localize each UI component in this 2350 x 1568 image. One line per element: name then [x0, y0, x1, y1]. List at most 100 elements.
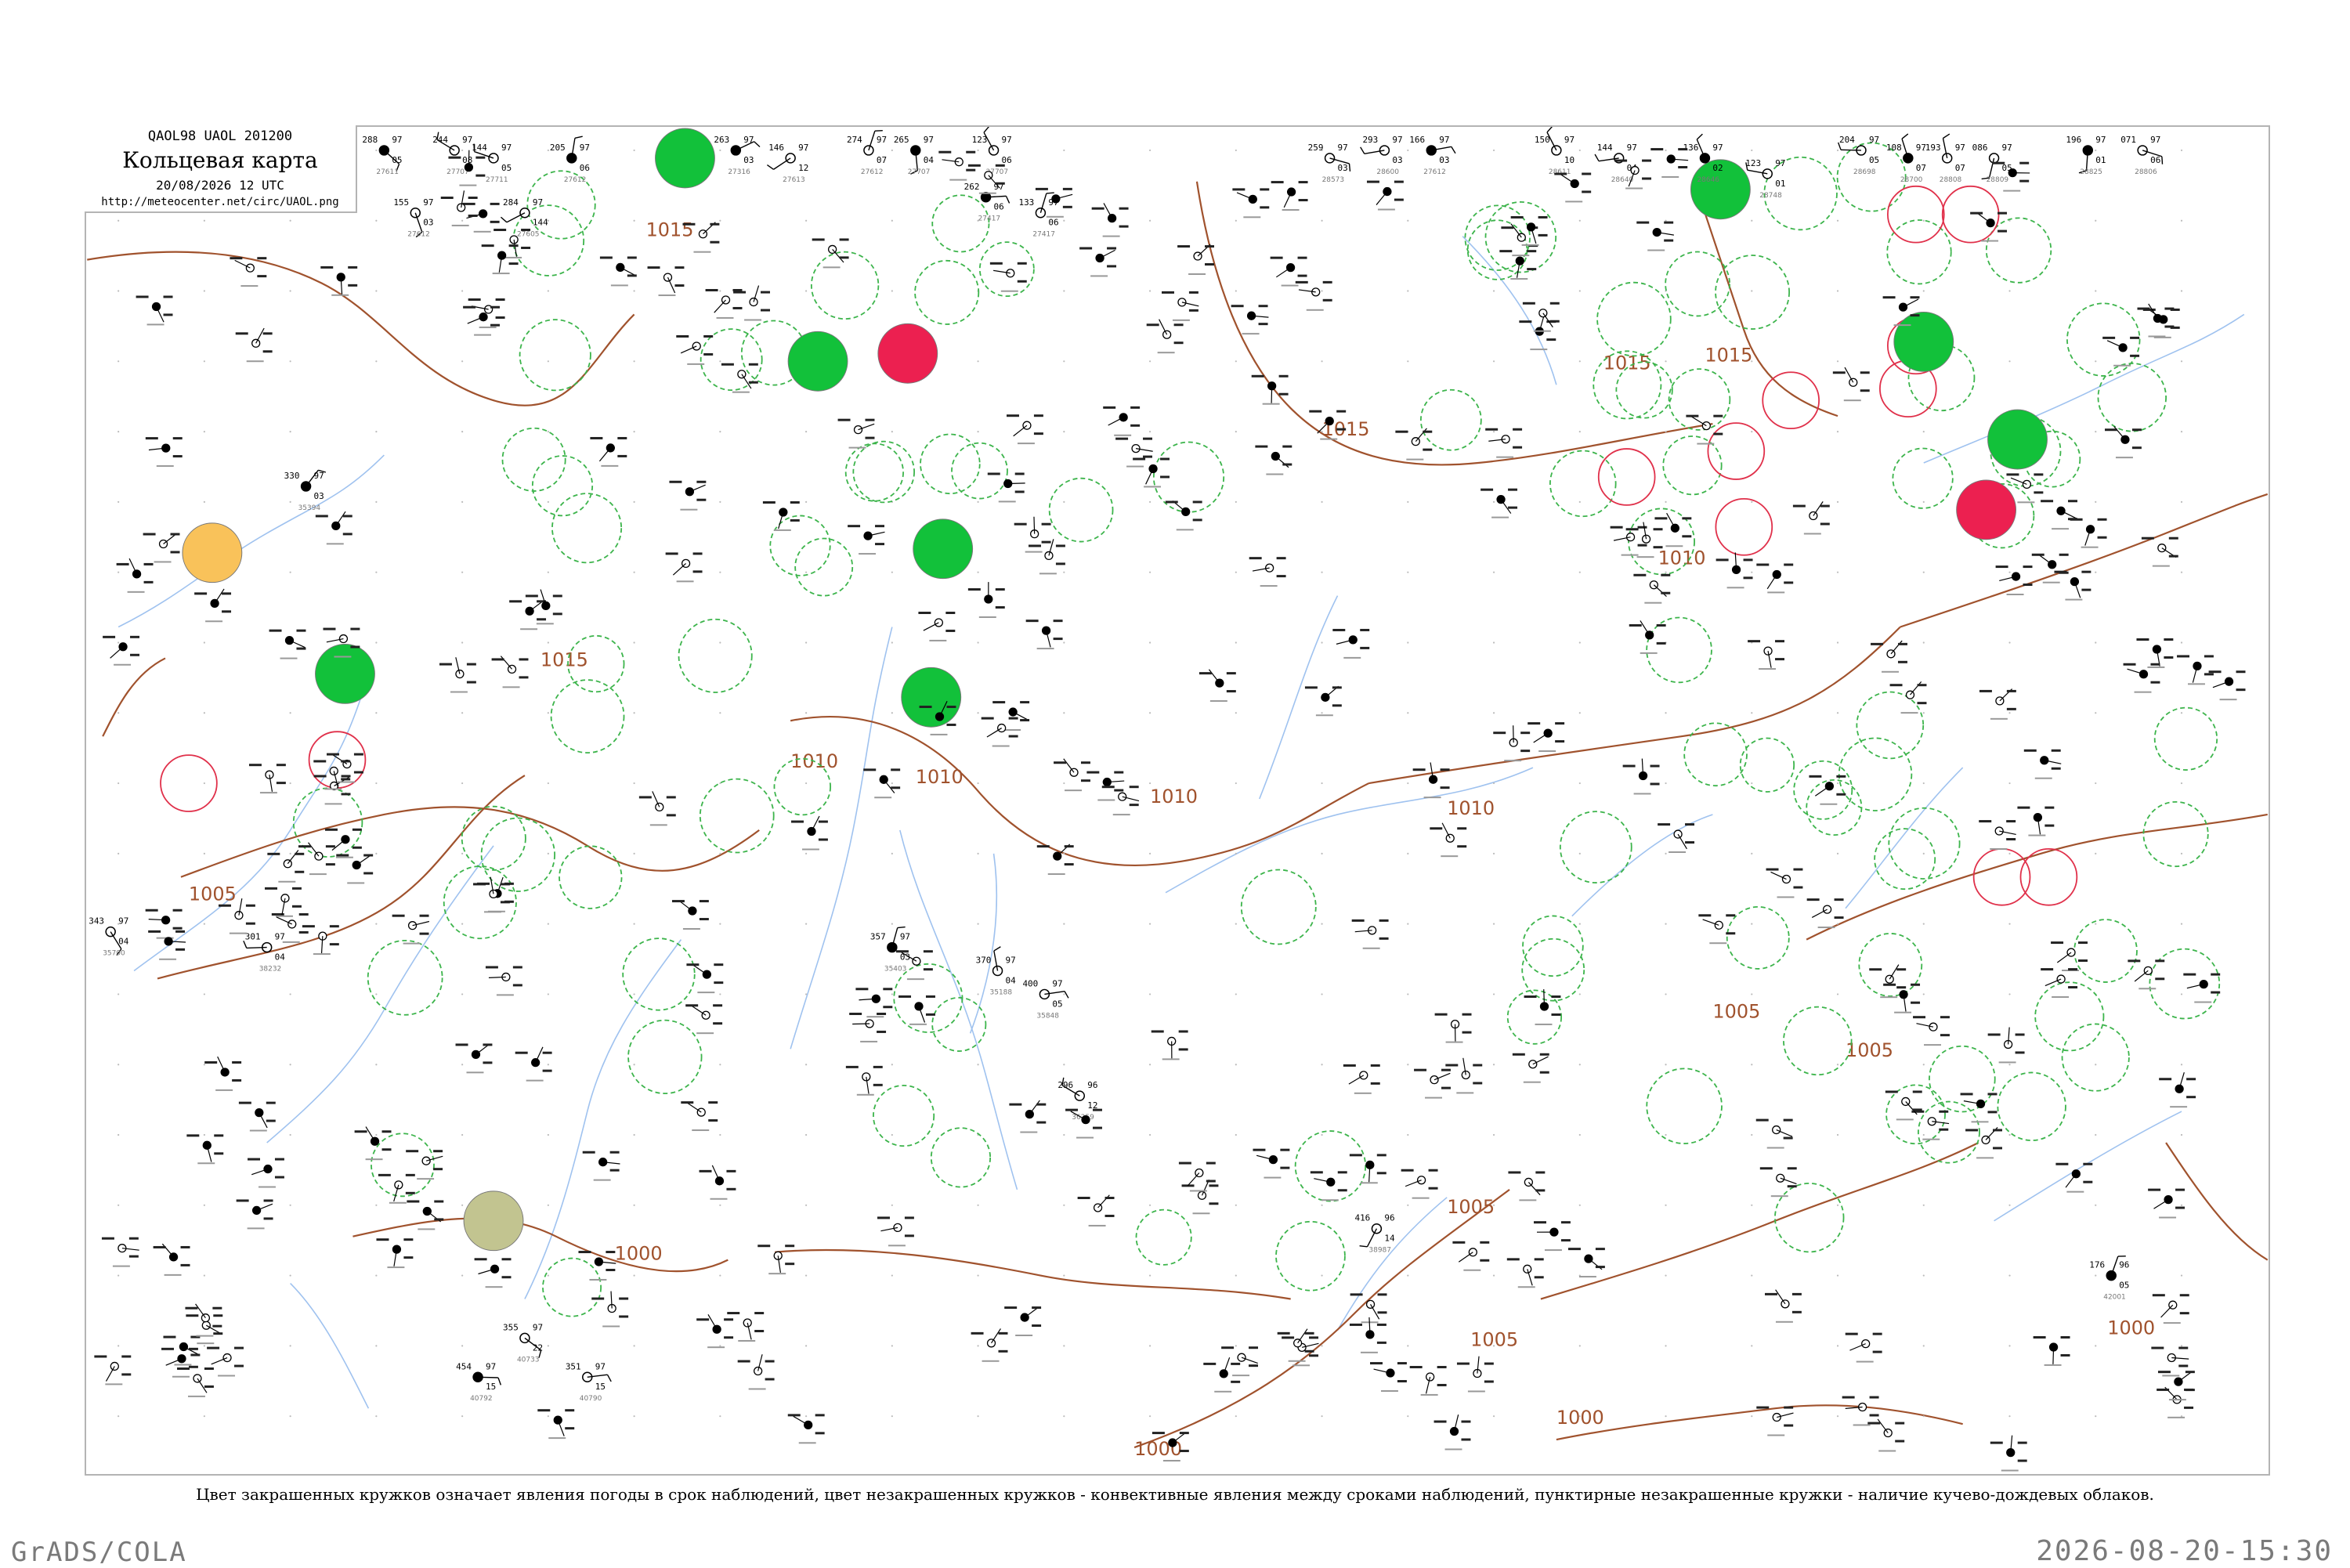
- cb-cloud-ring[interactable]: [1522, 939, 1584, 1001]
- present-weather-circle-red[interactable]: [878, 323, 938, 383]
- station-circle[interactable]: [1904, 154, 1913, 163]
- station-marker[interactable]: [1544, 729, 1552, 737]
- cb-cloud-ring[interactable]: [932, 195, 989, 251]
- cb-cloud-ring[interactable]: [1741, 739, 1794, 792]
- cb-cloud-ring[interactable]: [2143, 802, 2207, 866]
- cb-cloud-ring[interactable]: [1784, 1007, 1852, 1075]
- cb-cloud-ring[interactable]: [2063, 1024, 2129, 1090]
- cb-cloud-ring[interactable]: [932, 998, 985, 1051]
- cb-cloud-ring[interactable]: [2098, 363, 2166, 432]
- cb-cloud-ring[interactable]: [1508, 990, 1561, 1043]
- cb-cloud-ring[interactable]: [1875, 829, 1935, 889]
- convective-ring[interactable]: [1708, 423, 1764, 479]
- station-marker[interactable]: [479, 210, 487, 218]
- convective-ring[interactable]: [1599, 449, 1655, 505]
- cb-cloud-ring[interactable]: [1727, 907, 1789, 969]
- cb-cloud-ring[interactable]: [1856, 692, 1923, 759]
- cb-cloud-ring[interactable]: [1242, 869, 1316, 944]
- station-marker[interactable]: [779, 508, 787, 516]
- cb-cloud-ring[interactable]: [1647, 617, 1712, 682]
- present-weather-circle-green[interactable]: [1988, 410, 2048, 469]
- cb-cloud-ring[interactable]: [1137, 1210, 1191, 1265]
- cb-cloud-ring[interactable]: [628, 1021, 701, 1093]
- present-weather-circle-green[interactable]: [788, 331, 848, 391]
- convective-ring[interactable]: [1943, 186, 1999, 243]
- cb-cloud-ring[interactable]: [482, 818, 555, 892]
- cb-cloud-ring[interactable]: [1716, 255, 1789, 329]
- synoptic-map[interactable]: 1015101510151015101510101010101010101010…: [86, 127, 2269, 1474]
- cb-cloud-ring[interactable]: [1998, 1072, 2066, 1140]
- cb-cloud-ring[interactable]: [1887, 220, 1950, 284]
- cb-cloud-ring[interactable]: [2074, 919, 2137, 982]
- convective-ring[interactable]: [1888, 186, 1944, 243]
- cb-cloud-ring[interactable]: [462, 807, 526, 870]
- station-marker[interactable]: [1446, 834, 1454, 842]
- present-weather-circle-green[interactable]: [913, 519, 973, 579]
- cb-cloud-ring[interactable]: [533, 456, 592, 515]
- cb-cloud-ring[interactable]: [2149, 949, 2219, 1019]
- station-circle[interactable]: [489, 154, 498, 163]
- cb-cloud-ring[interactable]: [1669, 369, 1730, 430]
- present-weather-circle-green[interactable]: [316, 644, 375, 703]
- station-marker[interactable]: [2153, 315, 2161, 323]
- cb-cloud-ring[interactable]: [980, 242, 1034, 296]
- station-marker[interactable]: [1674, 830, 1682, 838]
- station-marker[interactable]: [1082, 1116, 1090, 1124]
- cb-cloud-ring[interactable]: [812, 252, 879, 320]
- cb-cloud-ring[interactable]: [915, 261, 978, 324]
- cb-cloud-ring[interactable]: [623, 938, 695, 1010]
- cb-cloud-ring[interactable]: [1889, 808, 1959, 879]
- station-marker[interactable]: [203, 1141, 211, 1149]
- cb-cloud-ring[interactable]: [520, 320, 591, 390]
- present-weather-circle-green[interactable]: [656, 128, 715, 188]
- cb-cloud-ring[interactable]: [1929, 1046, 1995, 1112]
- cb-cloud-ring[interactable]: [679, 620, 752, 692]
- cb-cloud-ring[interactable]: [700, 779, 774, 853]
- cb-cloud-ring[interactable]: [502, 428, 565, 491]
- present-weather-circle-orange[interactable]: [183, 523, 242, 583]
- cb-cloud-ring[interactable]: [952, 443, 1007, 499]
- station-marker[interactable]: [246, 264, 254, 272]
- cb-cloud-ring[interactable]: [2155, 708, 2217, 770]
- present-weather-circle-green[interactable]: [902, 667, 961, 727]
- convective-ring[interactable]: [1716, 499, 1772, 555]
- station-circle[interactable]: [1700, 154, 1709, 163]
- cb-cloud-ring[interactable]: [559, 846, 622, 909]
- cb-cloud-ring[interactable]: [551, 680, 624, 753]
- convective-ring[interactable]: [161, 755, 217, 811]
- station-marker[interactable]: [255, 1109, 263, 1117]
- cb-cloud-ring[interactable]: [1550, 451, 1616, 517]
- station-marker[interactable]: [1977, 1100, 1985, 1107]
- station-marker[interactable]: [1108, 215, 1116, 222]
- station-marker[interactable]: [616, 263, 624, 271]
- station-marker[interactable]: [2012, 573, 2020, 580]
- source-url[interactable]: http://meteocenter.net/circ/UAOL.png: [85, 196, 356, 208]
- cb-cloud-ring[interactable]: [1421, 390, 1481, 450]
- station-circle[interactable]: [1943, 154, 1952, 163]
- station-marker[interactable]: [286, 637, 294, 645]
- cb-cloud-ring[interactable]: [846, 443, 903, 500]
- station-marker[interactable]: [2175, 1085, 2183, 1093]
- cb-cloud-ring[interactable]: [920, 434, 980, 493]
- cb-cloud-ring[interactable]: [1663, 436, 1721, 494]
- station-marker[interactable]: [178, 1355, 186, 1363]
- station-circle[interactable]: [1379, 146, 1389, 155]
- station-marker[interactable]: [252, 339, 260, 347]
- cb-cloud-ring[interactable]: [1050, 479, 1113, 542]
- station-marker[interactable]: [1773, 1414, 1781, 1422]
- cb-cloud-ring[interactable]: [795, 539, 852, 596]
- station-marker[interactable]: [2023, 480, 2030, 488]
- cb-cloud-ring[interactable]: [1806, 780, 1861, 835]
- cb-cloud-ring[interactable]: [853, 442, 914, 503]
- cb-cloud-ring[interactable]: [1560, 811, 1632, 883]
- cb-cloud-ring[interactable]: [701, 329, 762, 390]
- cb-cloud-ring[interactable]: [2035, 982, 2103, 1050]
- station-marker[interactable]: [1782, 876, 1790, 883]
- present-weather-circle-olive[interactable]: [464, 1191, 523, 1251]
- cb-cloud-ring[interactable]: [931, 1128, 990, 1187]
- cb-cloud-ring[interactable]: [873, 1086, 934, 1146]
- station-circle[interactable]: [2138, 146, 2147, 155]
- station-marker[interactable]: [2041, 757, 2048, 764]
- cb-cloud-ring[interactable]: [1838, 143, 1906, 211]
- station-circle[interactable]: [302, 482, 311, 491]
